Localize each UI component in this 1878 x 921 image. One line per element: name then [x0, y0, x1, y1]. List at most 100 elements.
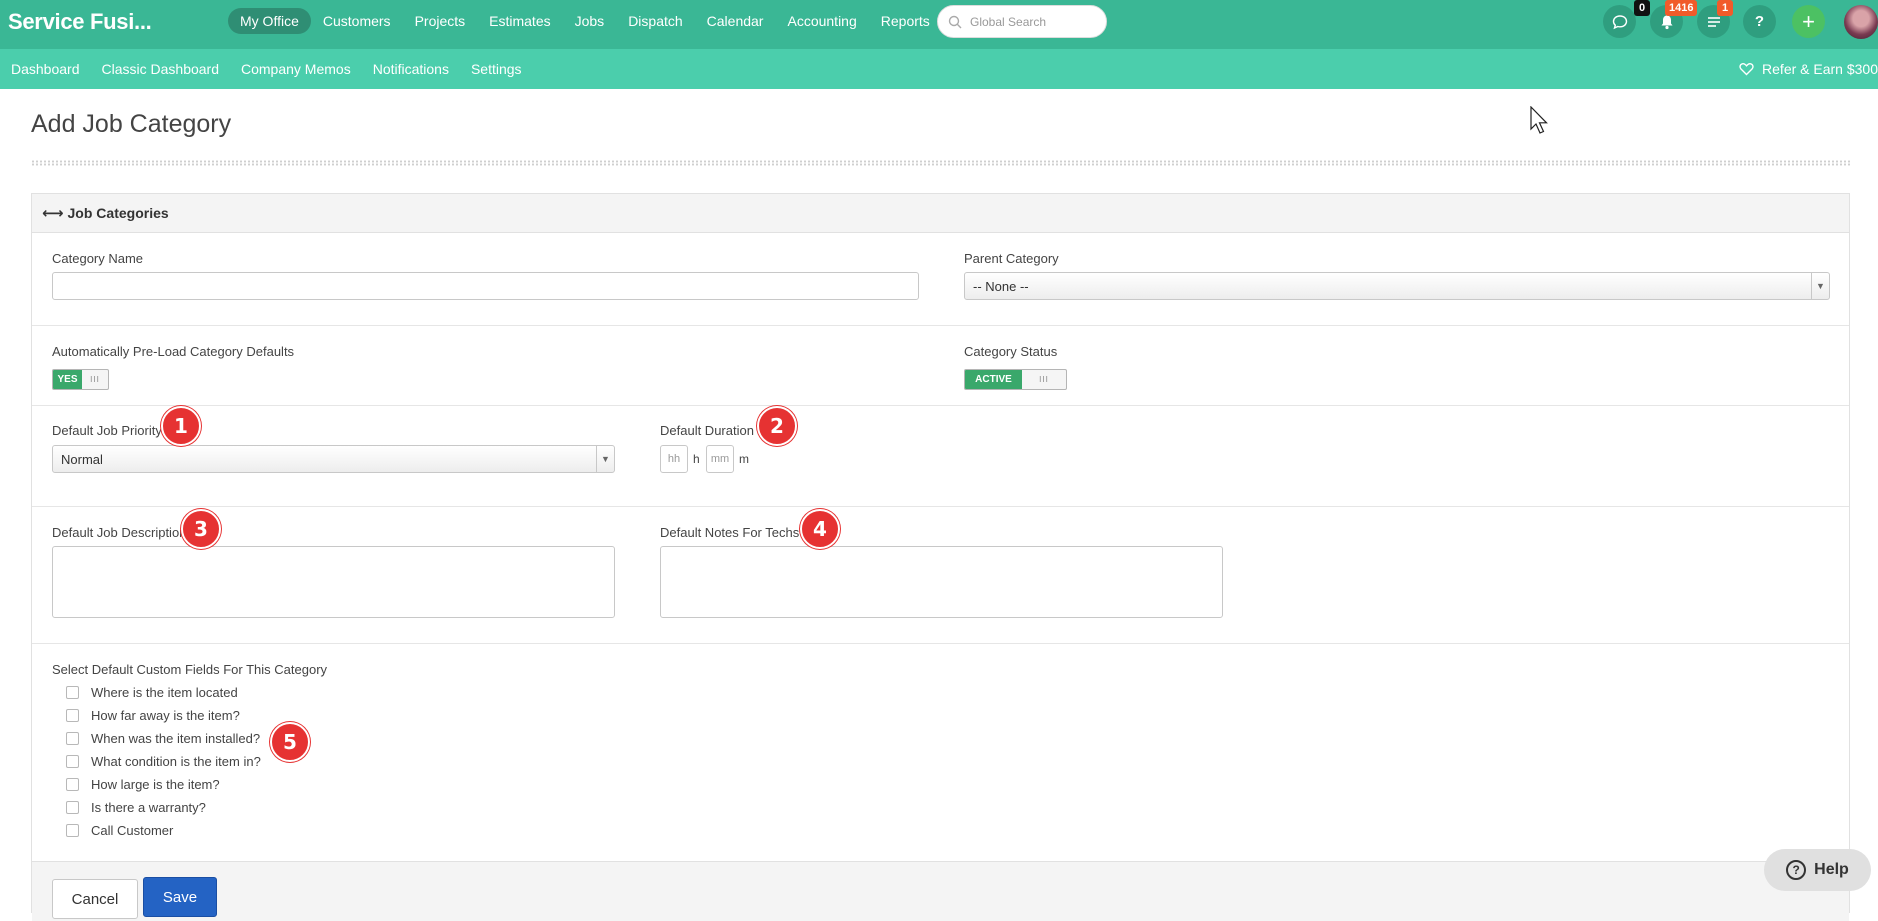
custom-field-option[interactable]: Call Customer — [66, 823, 173, 838]
category-name-input[interactable] — [52, 272, 919, 300]
checkbox[interactable] — [66, 686, 79, 699]
parent-category-value: -- None -- — [973, 278, 1029, 294]
annotation-marker-1: 1 — [161, 406, 201, 446]
tasks-button[interactable]: 1 — [1697, 0, 1733, 38]
cancel-button[interactable]: Cancel — [52, 879, 138, 919]
nav-reports[interactable]: Reports — [869, 8, 942, 34]
custom-field-label: Is there a warranty? — [91, 800, 206, 815]
save-button[interactable]: Save — [143, 877, 217, 917]
hours-unit: h — [693, 452, 700, 466]
checkbox[interactable] — [66, 801, 79, 814]
search-icon — [948, 15, 962, 28]
parent-category-label: Parent Category — [964, 251, 1059, 266]
row-toggles: Automatically Pre-Load Category Defaults… — [32, 326, 1849, 406]
parent-category-select[interactable]: -- None -- ▼ — [964, 272, 1830, 300]
toggle-grip-icon: III — [90, 375, 100, 384]
help-label: Help — [1814, 861, 1849, 878]
page-title: Add Job Category — [31, 110, 232, 138]
default-priority-select[interactable]: Normal ▼ — [52, 445, 615, 473]
custom-field-label: How far away is the item? — [91, 708, 240, 723]
global-search-input[interactable] — [970, 14, 1090, 29]
custom-field-option[interactable]: Where is the item located — [66, 685, 238, 700]
checkbox[interactable] — [66, 778, 79, 791]
checkbox[interactable] — [66, 709, 79, 722]
custom-field-label: Call Customer — [91, 823, 174, 838]
nav-jobs[interactable]: Jobs — [563, 8, 617, 34]
category-status-toggle[interactable]: ACTIVE III — [964, 369, 1067, 390]
default-duration-label: Default Duration — [660, 423, 754, 438]
subnav-settings[interactable]: Settings — [460, 61, 533, 77]
nav-my-office[interactable]: My Office — [228, 8, 311, 34]
question-circle-icon: ? — [1786, 860, 1807, 880]
chevron-down-icon: ▼ — [1811, 273, 1829, 299]
sub-nav: Dashboard Classic Dashboard Company Memo… — [0, 49, 533, 89]
custom-fields-label: Select Default Custom Fields For This Ca… — [52, 662, 328, 677]
custom-field-option[interactable]: How far away is the item? — [66, 708, 240, 723]
default-description-textarea[interactable] — [52, 546, 615, 618]
app-brand-logo[interactable]: Service Fusi... — [8, 9, 152, 35]
refer-and-earn-link[interactable]: Refer & Earn $300 — [1739, 49, 1878, 89]
annotation-marker-2: 2 — [757, 406, 797, 446]
top-navigation-bar: Service Fusi... My Office Customers Proj… — [0, 0, 1878, 49]
custom-field-option[interactable]: What condition is the item in? — [66, 754, 261, 769]
subnav-company-memos[interactable]: Company Memos — [230, 61, 362, 77]
main-nav: My Office Customers Projects Estimates J… — [228, 8, 942, 34]
default-priority-value: Normal — [61, 451, 103, 467]
nav-customers[interactable]: Customers — [311, 8, 403, 34]
chat-count-badge: 0 — [1634, 0, 1650, 16]
category-status-label: Category Status — [964, 344, 1058, 359]
nav-calendar[interactable]: Calendar — [695, 8, 776, 34]
heart-icon — [1739, 63, 1754, 76]
checkbox[interactable] — [66, 755, 79, 768]
duration-minutes-input[interactable] — [706, 445, 734, 473]
notifications-button[interactable]: 1416 — [1650, 0, 1698, 38]
custom-field-label: How large is the item? — [91, 777, 220, 792]
chevron-down-icon: ▼ — [596, 446, 614, 472]
chat-button[interactable]: 0 — [1603, 0, 1650, 38]
nav-projects[interactable]: Projects — [403, 8, 478, 34]
custom-field-label: Where is the item located — [91, 685, 238, 700]
panel-title: Job Categories — [67, 205, 169, 221]
default-description-label: Default Job Description — [52, 525, 187, 540]
row-priority-duration: Default Job Priority Normal ▼ Default Du… — [32, 406, 1849, 507]
sub-navigation-bar: Dashboard Classic Dashboard Company Memo… — [0, 49, 1878, 89]
user-avatar[interactable] — [1844, 5, 1878, 39]
global-search[interactable] — [937, 5, 1107, 38]
duration-hours-input[interactable] — [660, 445, 688, 473]
minutes-unit: m — [739, 452, 749, 466]
custom-field-option[interactable]: Is there a warranty? — [66, 800, 206, 815]
custom-field-option[interactable]: How large is the item? — [66, 777, 220, 792]
status-toggle-state: ACTIVE — [965, 370, 1022, 389]
preload-defaults-label: Automatically Pre-Load Category Defaults — [52, 344, 295, 359]
nav-estimates[interactable]: Estimates — [477, 8, 562, 34]
form-footer: Cancel Save — [32, 861, 1849, 921]
category-name-label: Category Name — [52, 251, 144, 266]
nav-accounting[interactable]: Accounting — [775, 8, 868, 34]
job-categories-panel: ⟷ Job Categories Category Name Parent Ca… — [31, 193, 1850, 921]
panel-header[interactable]: ⟷ Job Categories — [32, 194, 1849, 233]
row-name-parent: Category Name Parent Category -- None --… — [32, 233, 1849, 326]
subnav-dashboard[interactable]: Dashboard — [0, 61, 91, 77]
subnav-notifications[interactable]: Notifications — [362, 61, 460, 77]
checkbox[interactable] — [66, 732, 79, 745]
refer-label: Refer & Earn $300 — [1762, 61, 1878, 77]
row-descriptions: Default Job Description Default Notes Fo… — [32, 507, 1849, 644]
annotation-marker-5: 5 — [270, 722, 310, 762]
custom-field-option[interactable]: When was the item installed? — [66, 731, 260, 746]
help-widget-button[interactable]: ? Help — [1764, 849, 1871, 891]
annotation-marker-4: 4 — [800, 509, 840, 549]
nav-dispatch[interactable]: Dispatch — [616, 8, 694, 34]
preload-toggle-state: YES — [53, 370, 82, 389]
custom-field-label: When was the item installed? — [91, 731, 261, 746]
default-notes-label: Default Notes For Techs — [660, 525, 800, 540]
checkbox[interactable] — [66, 824, 79, 837]
mouse-cursor-icon — [1530, 106, 1548, 134]
collapse-arrows-icon: ⟷ — [42, 205, 64, 222]
plus-icon: + — [1802, 8, 1815, 34]
subnav-classic-dashboard[interactable]: Classic Dashboard — [91, 61, 231, 77]
default-notes-textarea[interactable] — [660, 546, 1223, 618]
help-question-button[interactable]: ? — [1743, 5, 1776, 38]
preload-defaults-toggle[interactable]: YES III — [52, 369, 109, 390]
quick-add-button[interactable]: + — [1792, 5, 1825, 38]
chat-icon — [1612, 14, 1627, 29]
